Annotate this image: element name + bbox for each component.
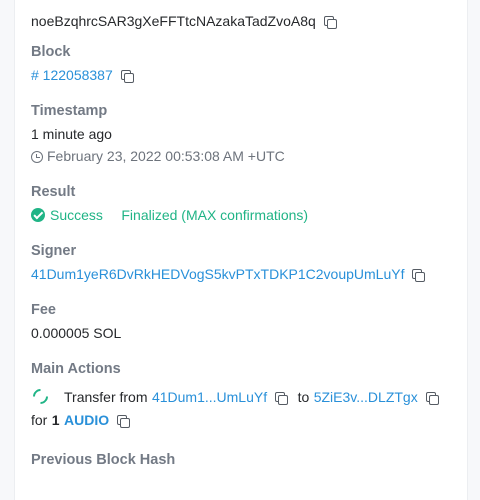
block-label: Block <box>31 44 71 60</box>
result-finality: Finalized (MAX confirmations) <box>121 207 309 223</box>
result-row: Success Finalized (MAX confirmations) <box>31 207 308 225</box>
clock-icon <box>31 151 43 163</box>
signature-value[interactable]: noeBzqhrcSAR3gXeFFTtcNAzakaTadZvoA8q <box>31 13 316 29</box>
fee-value: 0.000005 SOL <box>31 325 122 341</box>
result-status: Success <box>50 207 103 223</box>
signer-link[interactable]: 41Dum1yeR6DvRkHEDVogS5kvPTxTDKP1C2voupUm… <box>31 266 404 282</box>
check-circle-icon <box>31 208 45 222</box>
transfer-amount-row: for 1 AUDIO <box>31 412 131 430</box>
timestamp-absolute-row: February 23, 2022 00:53:08 AM +UTC <box>31 148 285 166</box>
from-address-link[interactable]: 41Dum1...UmLuYf <box>152 389 267 405</box>
block-link[interactable]: # 122058387 <box>31 67 113 83</box>
copy-icon[interactable] <box>120 70 134 83</box>
result-label: Result <box>31 184 76 200</box>
to-text: to <box>297 389 310 405</box>
transfer-action-row: Transfer from 41Dum1...UmLuYf to 5ZiE3v.… <box>29 385 439 408</box>
copy-icon[interactable] <box>412 269 426 282</box>
transfer-amount: 1 <box>51 412 60 428</box>
for-text: for <box>31 412 48 428</box>
main-actions-label: Main Actions <box>31 361 121 377</box>
copy-icon[interactable] <box>275 392 289 405</box>
block-row: # 122058387 <box>31 67 134 85</box>
sync-icon <box>29 385 52 408</box>
fee-label: Fee <box>31 302 56 318</box>
previous-block-hash-label: Previous Block Hash <box>31 452 176 468</box>
signature-row: noeBzqhrcSAR3gXeFFTtcNAzakaTadZvoA8q <box>31 13 337 31</box>
token-link[interactable]: AUDIO <box>64 412 109 428</box>
transaction-details-card: noeBzqhrcSAR3gXeFFTtcNAzakaTadZvoA8q Blo… <box>14 0 468 500</box>
timestamp-relative: 1 minute ago <box>31 126 112 142</box>
timestamp-absolute: February 23, 2022 00:53:08 AM +UTC <box>47 148 285 164</box>
transfer-from-text: Transfer from <box>64 389 148 405</box>
copy-icon[interactable] <box>425 392 439 405</box>
to-address-link[interactable]: 5ZiE3v...DLZTgx <box>314 389 418 405</box>
signer-row: 41Dum1yeR6DvRkHEDVogS5kvPTxTDKP1C2voupUm… <box>31 266 426 284</box>
copy-icon[interactable] <box>323 16 337 29</box>
signer-label: Signer <box>31 243 77 259</box>
copy-icon[interactable] <box>117 415 131 428</box>
timestamp-label: Timestamp <box>31 103 108 119</box>
